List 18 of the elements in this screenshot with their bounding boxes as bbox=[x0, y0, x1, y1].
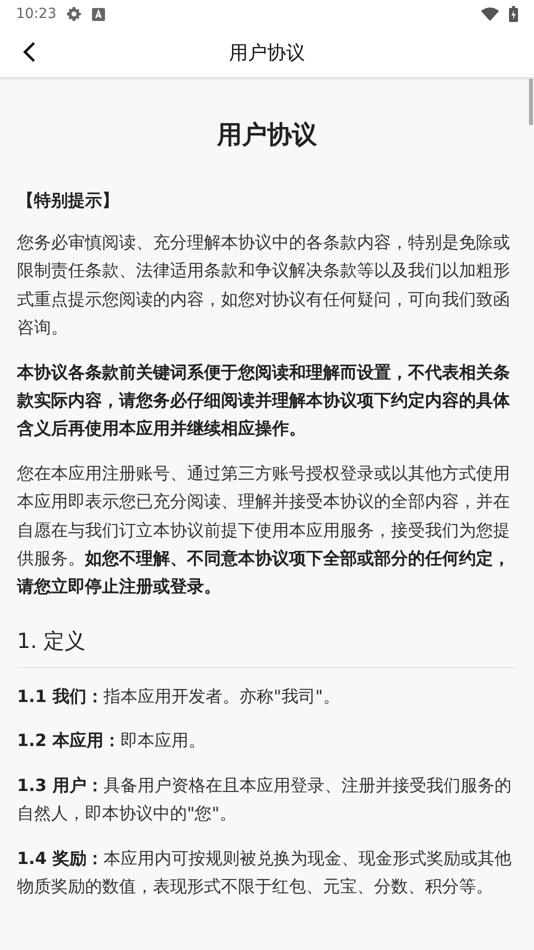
keyboard-icon bbox=[92, 8, 106, 20]
status-time: 10:23 bbox=[16, 6, 56, 22]
back-icon bbox=[22, 41, 36, 63]
battery-icon bbox=[509, 6, 518, 22]
section-label: 【特别提示】 bbox=[17, 190, 120, 212]
toolbar-title: 用户协议 bbox=[229, 40, 305, 66]
paragraph: 您在本应用注册账号、通过第三方账号授权登录或以其他方式使用本应用即表示您已充分阅读、理解并接受本协议的全部内容，并在自愿在与我们订立本协议前提下使用本应用服务，接受我们为您提供服务。如您不理解、不同意本协议项下全部或部分的任何约定，请您立即停止注册或登录。 bbox=[17, 462, 511, 598]
scrollbar[interactable] bbox=[529, 79, 533, 125]
paragraph: 本协议各条款前关键词系便于您阅读和理解而设置，不代表相关条款实际内容，请您务必仔细阅读并理解本协议项下约定内容的具体含义后再使用本应用并继续相应操作。 bbox=[17, 360, 511, 440]
paragraph: 1.2 本应用：即本应用。 bbox=[17, 729, 207, 752]
section-heading: 1. 定义 bbox=[17, 626, 517, 668]
paragraph: 您务必审慎阅读、充分理解本协议中的各条款内容，特别是免除或限制责任条款、法律适用条款和争议解决条款等以及我们以加粗形式重点提示您阅读的内容，如您对协议有任何疑问，可向我们致函咨询。 bbox=[17, 231, 511, 340]
paragraph: 1.4 奖励：本应用内可按规则被兑换为现金、现金形式奖励或其他物质奖励的数值，表现形式不限于红包、元宝、分数、积分等。 bbox=[17, 846, 513, 898]
document-title: 用户协议 bbox=[216, 119, 318, 151]
wifi-icon bbox=[481, 7, 499, 21]
settings-icon bbox=[66, 6, 82, 22]
paragraph: 1.3 用户：具备用户资格在且本应用登录、注册并接受我们服务的自然人，即本协议中的"您"。 bbox=[17, 774, 513, 826]
paragraph: 1.1 我们：指本应用开发者。亦称"我司"。 bbox=[17, 684, 342, 708]
